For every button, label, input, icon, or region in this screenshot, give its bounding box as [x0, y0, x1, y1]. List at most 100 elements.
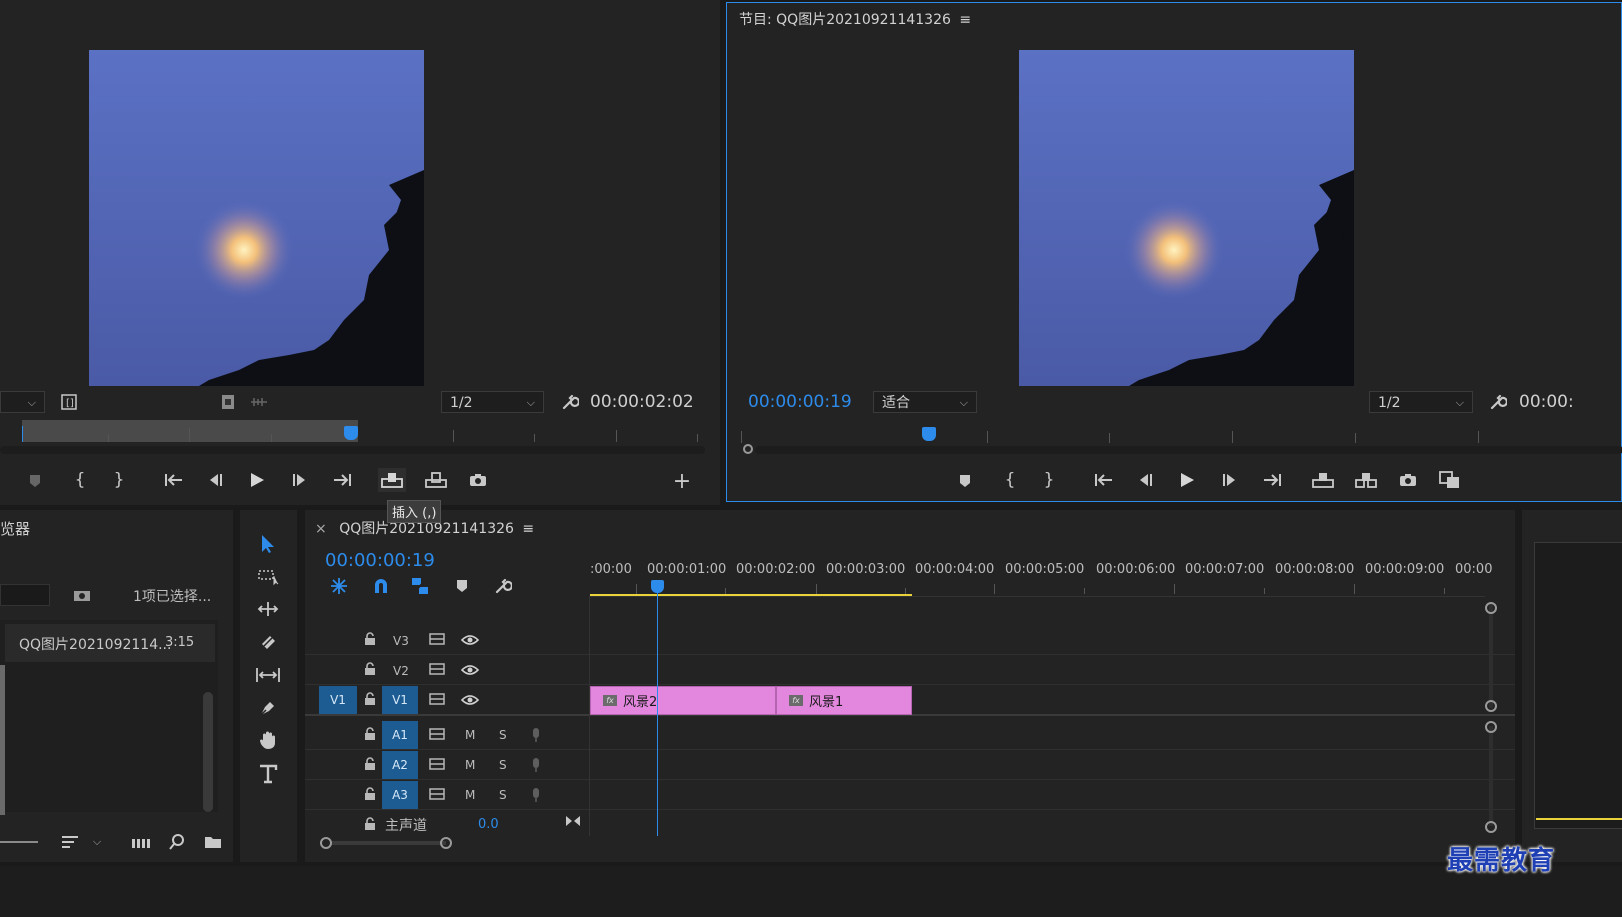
ripple-edit-tool-icon[interactable] — [256, 598, 280, 620]
step-forward-icon[interactable] — [289, 470, 311, 490]
lock-icon[interactable] — [362, 786, 378, 802]
go-to-in-icon[interactable] — [162, 470, 186, 490]
scroll-handle-audio-bottom[interactable] — [1485, 821, 1497, 833]
source-patch-v1[interactable]: V1 — [319, 686, 357, 714]
track-label-a3[interactable]: A3 — [382, 781, 418, 809]
project-scrollbar[interactable] — [203, 692, 213, 812]
program-zoom-dropdown[interactable]: 1/2 ⌵ — [1369, 391, 1473, 413]
sort-icon[interactable] — [60, 833, 80, 851]
lock-icon[interactable] — [362, 661, 378, 677]
find-bin-icon[interactable] — [72, 586, 92, 604]
search-icon[interactable] — [168, 833, 186, 851]
source-playhead[interactable] — [344, 426, 358, 440]
play-icon[interactable] — [1176, 470, 1198, 490]
timeline-timecode[interactable]: 00:00:00:19 — [325, 550, 435, 571]
sync-lock-icon[interactable] — [428, 691, 446, 707]
go-to-in-icon[interactable] — [1092, 470, 1116, 490]
master-volume-value[interactable]: 0.0 — [478, 817, 499, 832]
panel-menu-icon[interactable]: ≡ — [522, 521, 534, 537]
panel-menu-icon[interactable]: ≡ — [959, 12, 971, 28]
sync-lock-icon[interactable] — [428, 756, 446, 772]
comparison-view-icon[interactable] — [1437, 469, 1463, 491]
clip-landscape-1[interactable]: fx 风景1 — [776, 686, 912, 715]
source-scroll-track[interactable] — [0, 446, 705, 454]
eye-icon[interactable] — [460, 692, 480, 708]
audio-scrollbar[interactable] — [1489, 726, 1493, 826]
program-playhead[interactable] — [922, 427, 936, 441]
add-button-icon[interactable]: + — [671, 469, 693, 494]
mute-button[interactable]: M — [465, 728, 475, 742]
lock-icon[interactable] — [362, 756, 378, 772]
clip-landscape-2[interactable]: fx 风景2 — [590, 686, 776, 715]
track-label-v3[interactable]: V3 — [393, 634, 409, 648]
work-area-bar[interactable] — [590, 594, 912, 596]
film-icon[interactable] — [219, 393, 237, 411]
program-scroll-track[interactable] — [755, 446, 1622, 454]
program-current-timecode[interactable]: 00:00:00:19 — [748, 392, 852, 412]
program-time-ruler[interactable] — [727, 425, 1622, 443]
lock-icon[interactable] — [362, 726, 378, 742]
slip-tool-icon[interactable] — [254, 664, 282, 686]
project-search-input[interactable] — [0, 584, 50, 606]
eye-icon[interactable] — [460, 632, 480, 648]
video-scrollbar[interactable] — [1489, 603, 1493, 708]
play-icon[interactable] — [246, 470, 268, 490]
microphone-icon[interactable] — [528, 726, 544, 744]
mark-in-icon[interactable]: { — [1000, 470, 1020, 490]
scroll-handle-audio-top[interactable] — [1485, 721, 1497, 733]
lock-icon[interactable] — [362, 691, 378, 707]
mark-in-icon[interactable]: { — [70, 470, 90, 490]
project-panel-title[interactable]: 览器 — [0, 518, 30, 539]
zoom-slider-track[interactable] — [0, 841, 38, 843]
zoom-handle-right[interactable] — [440, 837, 452, 849]
step-back-icon[interactable] — [204, 470, 226, 490]
mute-button[interactable]: M — [465, 788, 475, 802]
camera-icon[interactable] — [1397, 470, 1419, 490]
nest-icon[interactable] — [329, 576, 349, 596]
mark-out-icon[interactable]: } — [1039, 470, 1059, 490]
lock-icon[interactable] — [362, 631, 378, 647]
razor-tool-icon[interactable] — [256, 630, 280, 654]
source-left-dropdown[interactable]: ⌵ — [0, 391, 45, 413]
go-to-edit-point-icon[interactable] — [563, 813, 583, 829]
sync-lock-icon[interactable] — [428, 786, 446, 802]
automate-to-sequence-icon[interactable] — [130, 835, 152, 851]
linked-selection-icon[interactable] — [409, 576, 431, 596]
safe-margin-icon[interactable]: [] — [60, 393, 78, 411]
solo-button[interactable]: S — [499, 788, 507, 802]
lock-icon[interactable] — [362, 816, 378, 832]
selection-tool-icon[interactable] — [256, 532, 280, 556]
track-label-v2[interactable]: V2 — [393, 664, 409, 678]
go-to-out-icon[interactable] — [1260, 470, 1284, 490]
source-zoom-dropdown[interactable]: 1/2 ⌵ — [441, 391, 544, 413]
step-back-icon[interactable] — [1134, 470, 1156, 490]
zoom-handle-left[interactable] — [320, 837, 332, 849]
track-label-v1[interactable]: V1 — [382, 686, 418, 714]
lift-icon[interactable] — [1309, 469, 1337, 491]
solo-button[interactable]: S — [499, 728, 507, 742]
camera-icon[interactable] — [467, 470, 489, 490]
sync-lock-icon[interactable] — [428, 631, 446, 647]
add-marker-icon[interactable] — [956, 471, 974, 491]
hand-tool-icon[interactable] — [256, 728, 280, 752]
wrench-icon[interactable] — [493, 576, 513, 596]
list-item[interactable]: QQ图片2021092114... 3:15 — [5, 624, 215, 662]
eye-icon[interactable] — [460, 662, 480, 678]
wrench-icon[interactable] — [560, 392, 580, 412]
sync-lock-icon[interactable] — [428, 726, 446, 742]
chevron-down-icon[interactable]: ⌵ — [90, 835, 104, 849]
mute-button[interactable]: M — [465, 758, 475, 772]
new-bin-icon[interactable] — [203, 834, 223, 850]
track-label-a1[interactable]: A1 — [382, 721, 418, 749]
go-to-out-icon[interactable] — [330, 470, 354, 490]
program-fit-dropdown[interactable]: 适合 ⌵ — [873, 391, 977, 413]
track-label-a2[interactable]: A2 — [382, 751, 418, 779]
timeline-zoom-track[interactable] — [330, 841, 446, 845]
sync-lock-icon[interactable] — [428, 661, 446, 677]
insert-icon[interactable] — [378, 468, 406, 492]
audio-drag-icon[interactable] — [249, 394, 269, 410]
add-marker-icon[interactable] — [26, 471, 44, 491]
pen-tool-icon[interactable] — [256, 696, 280, 720]
snap-icon[interactable] — [371, 576, 391, 596]
overwrite-icon[interactable] — [422, 468, 450, 492]
